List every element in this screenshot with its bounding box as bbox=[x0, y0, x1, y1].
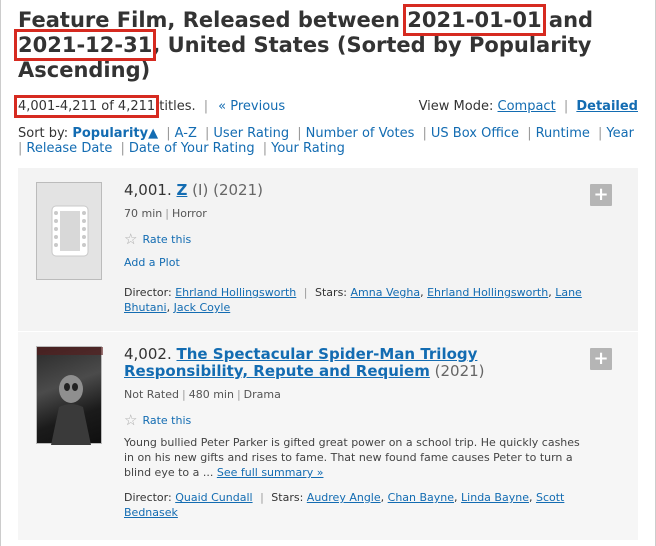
poster-image[interactable] bbox=[36, 346, 103, 445]
sort-release-date[interactable]: Release Date bbox=[26, 141, 112, 156]
item-details: 4,002. The Spectacular Spider-Man Trilog… bbox=[124, 346, 584, 520]
item-meta: Not Rated | 480 min | Drama bbox=[124, 388, 584, 401]
view-detailed-link[interactable]: Detailed bbox=[576, 99, 638, 114]
item-index: 4,002. bbox=[124, 345, 172, 363]
rate-label: Rate this bbox=[142, 413, 192, 427]
title-text-and: and bbox=[541, 8, 594, 32]
director-link[interactable]: Ehrland Hollingsworth bbox=[175, 286, 296, 299]
list-item: 4,002. The Spectacular Spider-Man Trilog… bbox=[18, 332, 638, 540]
sort-date-of-your-rating[interactable]: Date of Your Rating bbox=[129, 141, 255, 156]
star-icon: ☆ bbox=[124, 411, 138, 429]
separator: | bbox=[236, 388, 241, 401]
star-link[interactable]: Ehrland Hollingsworth bbox=[427, 286, 548, 299]
stars-label: Stars: bbox=[315, 286, 348, 299]
poster-art bbox=[37, 347, 103, 445]
film-icon bbox=[51, 205, 89, 257]
results-suffix: titles. bbox=[155, 99, 196, 114]
star-link[interactable]: Linda Bayne bbox=[461, 491, 529, 504]
add-plot-link[interactable]: Add a Plot bbox=[124, 256, 584, 269]
end-date: 2021-12-31 bbox=[13, 29, 157, 61]
separator: | bbox=[205, 126, 210, 141]
item-details: 4,001. Z (I) (2021) 70 min | Horror ☆ Rate… bbox=[124, 182, 584, 315]
separator: | bbox=[598, 126, 603, 141]
item-qualifier: (I) bbox=[192, 181, 209, 199]
star-link[interactable]: Audrey Angle bbox=[307, 491, 381, 504]
item-year: (2021) bbox=[434, 362, 485, 380]
item-heading: 4,001. Z (I) (2021) bbox=[124, 182, 584, 199]
start-date: 2021-01-01 bbox=[403, 4, 546, 36]
separator: | bbox=[262, 141, 268, 156]
view-compact-link[interactable]: Compact bbox=[498, 99, 556, 114]
item-runtime: 70 min bbox=[124, 207, 163, 220]
separator: | bbox=[166, 126, 171, 141]
sort-popularity[interactable]: Popularity▲ bbox=[72, 126, 158, 141]
item-title-link[interactable]: Z bbox=[177, 181, 188, 199]
results-bar: 4,001-4,211 of 4,211 titles. | « Previous… bbox=[13, 95, 638, 118]
director-label: Director: bbox=[124, 286, 172, 299]
sort-a-z[interactable]: A-Z bbox=[175, 126, 197, 141]
item-meta: 70 min | Horror bbox=[124, 207, 584, 220]
see-full-summary-link[interactable]: See full summary » bbox=[217, 466, 324, 479]
add-to-watchlist-button[interactable]: + bbox=[590, 184, 612, 206]
view-mode: View Mode: Compact | Detailed bbox=[419, 98, 638, 116]
item-genre: Horror bbox=[171, 207, 207, 220]
stars-label: Stars: bbox=[271, 491, 304, 504]
separator: | bbox=[120, 141, 125, 156]
title-text: Feature Film, Released between bbox=[18, 8, 408, 32]
item-certificate: Not Rated bbox=[124, 388, 179, 401]
star-link[interactable]: Jack Coyle bbox=[174, 301, 231, 314]
director-label: Director: bbox=[124, 491, 172, 504]
add-to-watchlist-button[interactable]: + bbox=[590, 348, 612, 370]
sort-bar: Sort by: Popularity▲ | A-Z | User Rating |… bbox=[18, 126, 638, 156]
star-link[interactable]: Amna Vegha bbox=[351, 286, 421, 299]
separator: | bbox=[165, 207, 169, 220]
separator: | bbox=[181, 388, 186, 401]
separator: | bbox=[563, 99, 569, 114]
item-credits: Director: Ehrland Hollingsworth | Stars:… bbox=[124, 286, 582, 314]
poster-placeholder[interactable] bbox=[36, 182, 102, 280]
previous-page-link[interactable]: « Previous bbox=[218, 99, 285, 114]
page-title: Feature Film, Released between 2021-01-0… bbox=[13, 4, 638, 83]
item-genre: Drama bbox=[243, 388, 281, 401]
separator: | bbox=[18, 141, 23, 156]
separator: | bbox=[203, 99, 209, 114]
item-credits: Director: Quaid Cundall | Stars: Audrey … bbox=[124, 491, 565, 519]
separator: | bbox=[297, 126, 302, 141]
item-summary: Young bullied Peter Parker is gifted gre… bbox=[124, 435, 584, 480]
rate-this[interactable]: ☆ Rate this bbox=[124, 230, 584, 248]
sort-year[interactable]: Year bbox=[606, 126, 634, 141]
director-link[interactable]: Quaid Cundall bbox=[175, 491, 252, 504]
separator: | bbox=[422, 126, 427, 141]
sort-runtime[interactable]: Runtime bbox=[536, 126, 590, 141]
separator: | bbox=[527, 126, 532, 141]
summary-text: Young bullied Peter Parker is gifted gre… bbox=[124, 436, 580, 479]
sort-your-rating[interactable]: Your Rating bbox=[271, 141, 345, 156]
item-year: (2021) bbox=[213, 181, 263, 199]
rate-this[interactable]: ☆ Rate this bbox=[124, 411, 584, 429]
sort-user-rating[interactable]: User Rating bbox=[213, 126, 289, 141]
view-mode-label: View Mode: bbox=[418, 99, 494, 114]
item-runtime: 480 min bbox=[188, 388, 234, 401]
results-count: 4,001-4,211 of 4,211 bbox=[13, 95, 160, 118]
star-link[interactable]: Chan Bayne bbox=[388, 491, 454, 504]
list-item: 4,001. Z (I) (2021) 70 min | Horror ☆ Rate… bbox=[18, 168, 638, 331]
sort-us-box-office[interactable]: US Box Office bbox=[431, 126, 519, 141]
sort-label: Sort by: bbox=[18, 126, 69, 141]
rate-label: Rate this bbox=[142, 232, 192, 246]
separator: | bbox=[303, 286, 308, 299]
star-icon: ☆ bbox=[124, 230, 138, 248]
sort-number-of-votes[interactable]: Number of Votes bbox=[306, 126, 415, 141]
item-index: 4,001. bbox=[124, 181, 172, 199]
item-heading: 4,002. The Spectacular Spider-Man Trilog… bbox=[124, 346, 584, 380]
item-title-link[interactable]: The Spectacular Spider-Man Trilogy Respo… bbox=[124, 345, 477, 380]
separator: | bbox=[260, 491, 264, 504]
